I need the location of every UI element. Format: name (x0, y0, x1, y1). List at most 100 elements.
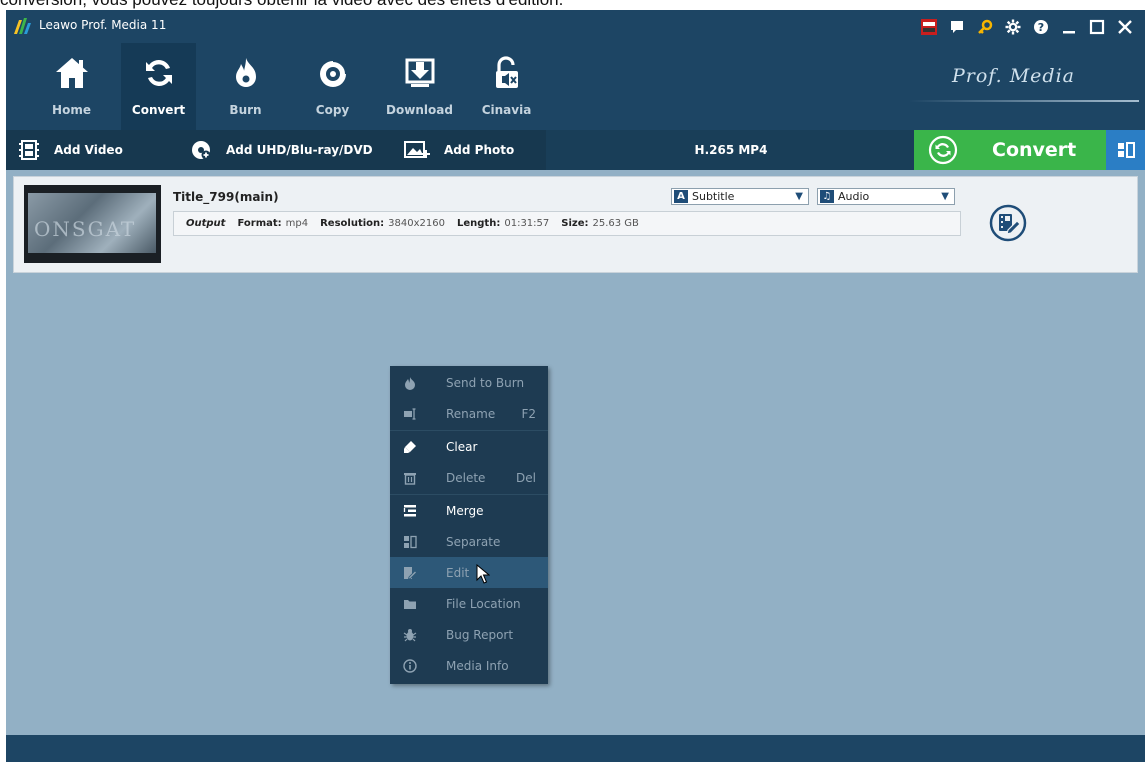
audio-select[interactable]: ♫ Audio ▼ (817, 188, 955, 205)
burn-icon (226, 55, 266, 91)
size-value: 25.63 GB (592, 218, 639, 229)
convert-icon (139, 55, 179, 91)
length-label: Length: (457, 218, 501, 229)
page-caption: conversion, vous pouvez toujours obtenir… (0, 0, 1145, 9)
nav-burn-label: Burn (229, 103, 262, 117)
brand-wordmark: Prof. Media (951, 65, 1075, 87)
menu-item-media-info[interactable]: Media Info (390, 650, 548, 681)
edit-icon (400, 566, 420, 580)
copy-icon (313, 55, 353, 91)
split-icon (1117, 142, 1135, 158)
key-icon[interactable] (971, 14, 999, 40)
menu-item-file-location[interactable]: File Location (390, 588, 548, 619)
menu-item-label: Clear (446, 439, 478, 454)
nav-burn[interactable]: Burn (208, 43, 283, 130)
menu-item-rename[interactable]: Rename F2 (390, 398, 548, 429)
nav-home[interactable]: Home (34, 43, 109, 130)
mouse-cursor-icon (476, 564, 490, 584)
menu-item-label: Send to Burn (446, 375, 525, 390)
convert-button[interactable]: Convert (914, 130, 1106, 170)
menu-item-shortcut: Del (516, 470, 536, 485)
context-menu: Send to Burn Rename F2 Clear Delete Del … (390, 366, 548, 684)
nav-cinavia[interactable]: Cinavia (469, 43, 544, 130)
download-icon (400, 55, 440, 91)
nav-convert[interactable]: Convert (121, 43, 196, 130)
app-logo-icon (14, 18, 31, 34)
main-toolbar: Home Convert Burn Copy Download Cinavia … (6, 43, 1145, 130)
merge-icon (400, 504, 420, 518)
thumbnail-text: ONSGAT (34, 217, 137, 241)
format-label: Format: (237, 218, 282, 229)
add-video-label: Add Video (54, 143, 123, 157)
edit-video-icon[interactable] (988, 203, 1028, 243)
svg-text:?: ? (1038, 21, 1044, 34)
subtitle-select-value: Subtitle (692, 190, 735, 203)
output-label: Output (186, 218, 226, 229)
nav-download-label: Download (386, 103, 453, 117)
chevron-down-icon: ▼ (795, 191, 803, 202)
convert-button-label: Convert (992, 139, 1077, 161)
amd-badge-icon[interactable] (915, 14, 943, 40)
module-nav: Home Convert Burn Copy Download Cinavia (6, 43, 556, 130)
thumbnail-image: ONSGAT (28, 193, 156, 253)
output-info-box: Output Format: mp4 Resolution: 3840x2160… (173, 211, 961, 236)
nav-convert-label: Convert (131, 103, 186, 117)
add-disc-button[interactable]: Add UHD/Blu-ray/DVD (190, 130, 373, 170)
menu-item-shortcut: F2 (521, 406, 536, 421)
rename-icon (400, 407, 420, 421)
gear-icon[interactable] (999, 14, 1027, 40)
title-bar: Leawo Prof. Media 11 ? (6, 10, 1145, 43)
video-thumbnail[interactable]: ONSGAT (24, 185, 161, 263)
output-format-selector[interactable]: H.265 MP4 (546, 130, 916, 170)
separate-icon (400, 535, 420, 549)
burn-icon (400, 376, 420, 390)
video-title: Title_799(main) (173, 190, 279, 204)
cinavia-icon (487, 55, 527, 91)
menu-item-label: Merge (446, 503, 484, 518)
add-disc-label: Add UHD/Blu-ray/DVD (226, 143, 373, 157)
menu-item-send-to-burn[interactable]: Send to Burn (390, 367, 548, 398)
nav-copy-label: Copy (315, 103, 350, 117)
minimize-icon[interactable] (1055, 14, 1083, 40)
chevron-down-icon: ▼ (941, 191, 949, 202)
menu-item-separate[interactable]: Separate (390, 526, 548, 557)
help-icon[interactable]: ? (1027, 14, 1055, 40)
menu-item-edit[interactable]: Edit (390, 557, 548, 588)
resolution-value: 3840x2160 (388, 218, 445, 229)
add-photo-label: Add Photo (444, 143, 515, 157)
menu-item-merge[interactable]: Merge (390, 495, 548, 526)
maximize-icon[interactable] (1083, 14, 1111, 40)
brand-underline (909, 100, 1139, 102)
status-bar (6, 735, 1145, 762)
menu-item-label: Media Info (446, 658, 509, 673)
split-view-button[interactable] (1106, 130, 1145, 170)
nav-copy[interactable]: Copy (295, 43, 370, 130)
audio-icon: ♫ (820, 190, 834, 203)
feedback-icon[interactable] (943, 14, 971, 40)
output-format-label: H.265 MP4 (694, 143, 768, 157)
menu-item-label: Edit (446, 565, 470, 580)
menu-item-delete[interactable]: Delete Del (390, 462, 548, 493)
subtitle-icon: A (674, 190, 688, 203)
disc-add-icon (190, 140, 212, 160)
close-icon[interactable] (1111, 14, 1139, 40)
action-bar: Add Video Add UHD/Blu-ray/DVD Add Photo … (6, 130, 1145, 170)
photo-add-icon (404, 140, 430, 160)
length-value: 01:31:57 (504, 218, 550, 229)
resolution-label: Resolution: (320, 218, 385, 229)
video-list-item[interactable]: ONSGAT Title_799(main) A Subtitle ▼ ♫ Au… (13, 176, 1138, 273)
menu-item-label: Delete (446, 470, 486, 485)
add-video-button[interactable]: Add Video (18, 130, 123, 170)
nav-home-label: Home (52, 103, 91, 117)
window-controls: ? (915, 14, 1139, 40)
nav-cinavia-label: Cinavia (481, 103, 532, 117)
nav-download[interactable]: Download (382, 43, 457, 130)
menu-item-clear[interactable]: Clear (390, 431, 548, 462)
home-icon (52, 55, 92, 91)
app-window: Leawo Prof. Media 11 ? Home Convert Burn… (6, 10, 1145, 762)
add-photo-button[interactable]: Add Photo (404, 130, 514, 170)
size-label: Size: (561, 218, 589, 229)
menu-item-bug-report[interactable]: Bug Report (390, 619, 548, 650)
film-icon (18, 140, 40, 160)
subtitle-select[interactable]: A Subtitle ▼ (671, 188, 809, 205)
